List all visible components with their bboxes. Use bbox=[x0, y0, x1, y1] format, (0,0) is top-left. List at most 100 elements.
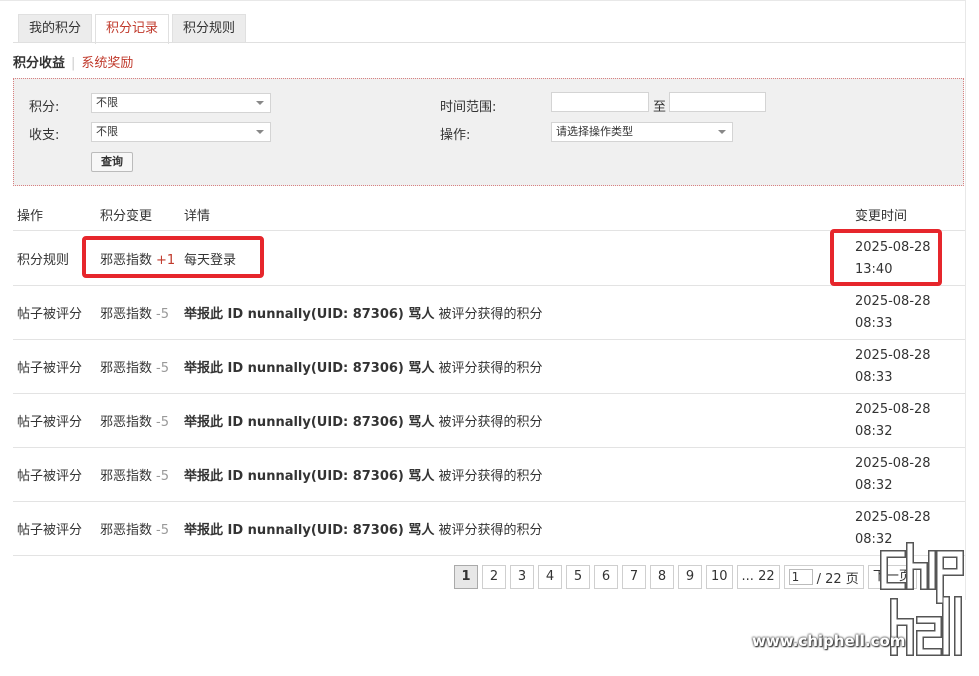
query-button[interactable]: 查询 bbox=[91, 152, 133, 172]
row-date: 2025-08-28 bbox=[855, 510, 931, 525]
page-5[interactable]: 5 bbox=[566, 565, 590, 589]
row-date: 2025-08-28 bbox=[855, 348, 931, 363]
tab-divider bbox=[13, 42, 965, 43]
points-label: 积分: bbox=[29, 100, 60, 115]
row-change: 邪恶指数 -5 bbox=[100, 357, 169, 376]
inout-select[interactable]: 不限 bbox=[91, 122, 271, 142]
points-select[interactable]: 不限 bbox=[91, 93, 271, 113]
row-change-delta: -5 bbox=[156, 307, 169, 322]
page-1[interactable]: 1 bbox=[454, 565, 478, 589]
page-6[interactable]: 6 bbox=[594, 565, 618, 589]
row-change-name: 邪恶指数 bbox=[100, 415, 153, 430]
page-jump: 1 / 22 页 bbox=[783, 565, 864, 589]
page-jump-input[interactable]: 1 bbox=[788, 569, 813, 585]
tab-points-rules[interactable]: 积分规则 bbox=[172, 14, 247, 42]
operation-select-value: 请选择操作类型 bbox=[556, 125, 633, 138]
row-detail-bold[interactable]: 举报此 ID nunnally(UID: 87306) 骂人 bbox=[184, 415, 434, 430]
subnav-system-reward-link[interactable]: 系统奖励 bbox=[81, 56, 133, 71]
subnav-separator: | bbox=[71, 56, 76, 71]
row-detail: 举报此 ID nunnally(UID: 87306) 骂人 被评分获得的积分 bbox=[184, 519, 543, 538]
row-change-delta: -5 bbox=[156, 415, 169, 430]
row-operation: 帖子被评分 bbox=[17, 523, 83, 538]
subnav-current[interactable]: 积分收益 bbox=[13, 56, 65, 71]
row-detail-bold[interactable]: 举报此 ID nunnally(UID: 87306) 骂人 bbox=[184, 361, 434, 376]
row-detail-bold[interactable]: 举报此 ID nunnally(UID: 87306) 骂人 bbox=[184, 469, 434, 484]
header-change: 积分变更 bbox=[100, 209, 153, 224]
row-detail-text: 被评分获得的积分 bbox=[438, 307, 543, 322]
row-date: 2025-08-28 bbox=[855, 402, 931, 417]
header-detail: 详情 bbox=[184, 209, 211, 224]
page-2[interactable]: 2 bbox=[482, 565, 506, 589]
row-clock: 08:33 bbox=[855, 370, 893, 385]
tab-my-points[interactable]: 我的积分 bbox=[18, 14, 93, 42]
page-total: / 22 页 bbox=[816, 571, 859, 587]
row-detail: 举报此 ID nunnally(UID: 87306) 骂人 被评分获得的积分 bbox=[184, 465, 543, 484]
pagination: 1 2 3 4 5 6 7 8 9 10 ... 22 1 / 22 页 下一页 bbox=[454, 565, 917, 589]
row-change-delta: -5 bbox=[156, 469, 169, 484]
inout-select-value: 不限 bbox=[96, 125, 118, 138]
row-change-name: 邪恶指数 bbox=[100, 469, 153, 484]
points-select-value: 不限 bbox=[96, 96, 118, 109]
page-7[interactable]: 7 bbox=[622, 565, 646, 589]
right-border bbox=[965, 0, 966, 600]
row-detail-text: 被评分获得的积分 bbox=[438, 361, 543, 376]
table-row: 帖子被评分 邪恶指数 -5 举报此 ID nunnally(UID: 87306)… bbox=[13, 285, 965, 340]
page-8[interactable]: 8 bbox=[650, 565, 674, 589]
row-date: 2025-08-28 bbox=[855, 456, 931, 471]
header-operation: 操作 bbox=[17, 209, 44, 224]
row-time: 2025-08-28 08:33 bbox=[855, 291, 931, 335]
row-change: 邪恶指数 -5 bbox=[100, 465, 169, 484]
row-change: 邪恶指数 -5 bbox=[100, 519, 169, 538]
page-3[interactable]: 3 bbox=[510, 565, 534, 589]
row-date: 2025-08-28 bbox=[855, 294, 931, 309]
row-change: 邪恶指数 -5 bbox=[100, 303, 169, 322]
table-row: 帖子被评分 邪恶指数 -5 举报此 ID nunnally(UID: 87306)… bbox=[13, 501, 965, 556]
table-row: 帖子被评分 邪恶指数 -5 举报此 ID nunnally(UID: 87306)… bbox=[13, 393, 965, 448]
row-operation: 积分规则 bbox=[17, 253, 70, 268]
row-change: 邪恶指数 -5 bbox=[100, 411, 169, 430]
row-clock: 08:33 bbox=[855, 316, 893, 331]
row-change-delta: -5 bbox=[156, 523, 169, 538]
row-clock: 08:32 bbox=[855, 478, 893, 493]
row-detail-text: 被评分获得的积分 bbox=[438, 469, 543, 484]
tab-points-log[interactable]: 积分记录 bbox=[95, 14, 170, 44]
highlight-box-time bbox=[830, 229, 942, 286]
subnav: 积分收益 | 系统奖励 bbox=[13, 52, 133, 71]
row-operation: 帖子被评分 bbox=[17, 307, 83, 322]
row-change-delta: -5 bbox=[156, 361, 169, 376]
row-change-name: 邪恶指数 bbox=[100, 307, 153, 322]
row-detail: 举报此 ID nunnally(UID: 87306) 骂人 被评分获得的积分 bbox=[184, 357, 543, 376]
watermark-url: www.chiphell.com bbox=[752, 632, 906, 650]
header-time: 变更时间 bbox=[855, 209, 908, 224]
chevron-down-icon bbox=[256, 101, 264, 105]
row-detail-text: 被评分获得的积分 bbox=[438, 523, 543, 538]
table-header: 操作 积分变更 详情 变更时间 bbox=[13, 198, 965, 231]
row-change-name: 邪恶指数 bbox=[100, 361, 153, 376]
time-range-label: 时间范围: bbox=[440, 100, 497, 115]
row-detail: 举报此 ID nunnally(UID: 87306) 骂人 被评分获得的积分 bbox=[184, 303, 543, 322]
inout-label: 收支: bbox=[29, 128, 60, 143]
time-end-input[interactable] bbox=[669, 92, 766, 112]
row-detail-bold[interactable]: 举报此 ID nunnally(UID: 87306) 骂人 bbox=[184, 307, 434, 322]
table-row: 帖子被评分 邪恶指数 -5 举报此 ID nunnally(UID: 87306)… bbox=[13, 447, 965, 502]
page-10[interactable]: 10 bbox=[706, 565, 733, 589]
page-last[interactable]: ... 22 bbox=[736, 565, 780, 589]
row-time: 2025-08-28 08:32 bbox=[855, 399, 931, 443]
points-panel: 我的积分 积分记录 积分规则 积分收益 | 系统奖励 积分: 不限 收支: 不限 时… bbox=[0, 0, 979, 600]
row-operation: 帖子被评分 bbox=[17, 469, 83, 484]
highlight-box-change bbox=[82, 236, 264, 278]
row-detail: 举报此 ID nunnally(UID: 87306) 骂人 被评分获得的积分 bbox=[184, 411, 543, 430]
row-detail-text: 被评分获得的积分 bbox=[438, 415, 543, 430]
row-operation: 帖子被评分 bbox=[17, 361, 83, 376]
operation-select[interactable]: 请选择操作类型 bbox=[551, 122, 733, 142]
time-start-input[interactable] bbox=[551, 92, 649, 112]
page-4[interactable]: 4 bbox=[538, 565, 562, 589]
row-change-name: 邪恶指数 bbox=[100, 523, 153, 538]
page-9[interactable]: 9 bbox=[678, 565, 702, 589]
row-operation: 帖子被评分 bbox=[17, 415, 83, 430]
table-row: 帖子被评分 邪恶指数 -5 举报此 ID nunnally(UID: 87306)… bbox=[13, 339, 965, 394]
row-detail-bold[interactable]: 举报此 ID nunnally(UID: 87306) 骂人 bbox=[184, 523, 434, 538]
chevron-down-icon bbox=[718, 130, 726, 134]
chevron-down-icon bbox=[256, 130, 264, 134]
time-to-label: 至 bbox=[653, 100, 667, 115]
